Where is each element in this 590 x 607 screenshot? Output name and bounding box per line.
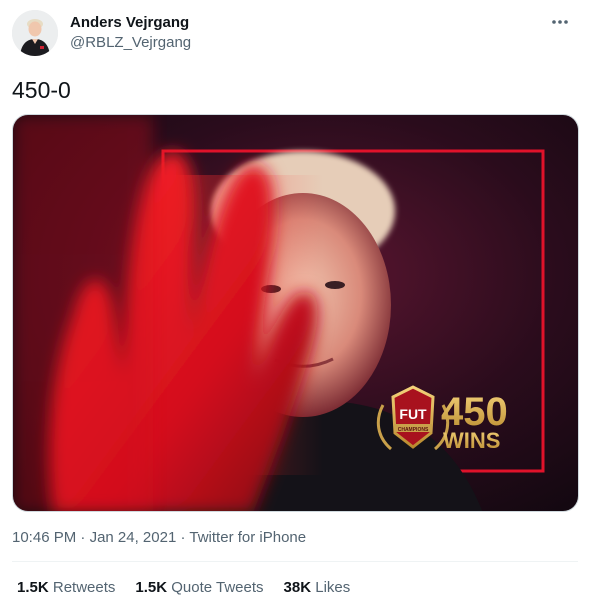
avatar[interactable]: [12, 10, 58, 56]
more-options-button[interactable]: [548, 10, 572, 34]
more-horizontal-icon: [552, 20, 568, 24]
quote-tweets-label: Quote Tweets: [171, 579, 264, 596]
likes-label: Likes: [315, 579, 351, 596]
retweets-count: 1.5K: [17, 579, 49, 596]
tweet-time[interactable]: 10:46 PM: [12, 529, 76, 546]
author-block: Anders Vejrgang @RBLZ_Vejrgang: [70, 14, 191, 53]
quote-tweets-stat[interactable]: 1.5K Quote Tweets: [135, 578, 263, 598]
tweet-text: 450-0: [12, 77, 71, 103]
quote-tweets-count: 1.5K: [135, 579, 168, 596]
badge-ribbon-text: CHAMPIONS: [398, 427, 429, 433]
divider: [12, 561, 578, 562]
engagement-stats: 1.5K Retweets 1.5K Quote Tweets 38K Like…: [17, 578, 350, 598]
user-handle[interactable]: @RBLZ_Vejrgang: [70, 33, 191, 53]
retweets-label: Retweets: [52, 579, 116, 596]
likes-count: 38K: [283, 579, 312, 596]
meta-separator: ·: [80, 529, 86, 546]
likes-stat[interactable]: 38K Likes: [284, 578, 351, 598]
badge-top-text: FUT: [399, 406, 427, 422]
meta-separator: ·: [180, 529, 186, 546]
tweet-source[interactable]: Twitter for iPhone: [189, 529, 306, 546]
retweets-stat[interactable]: 1.5K Retweets: [17, 578, 115, 598]
tweet-meta: 10:46 PM · Jan 24, 2021 · Twitter for iP…: [12, 528, 306, 548]
display-name[interactable]: Anders Vejrgang: [70, 14, 191, 32]
tweet-date[interactable]: Jan 24, 2021: [90, 529, 177, 546]
headline-word: WINS: [443, 428, 500, 453]
tweet-card: Anders Vejrgang @RBLZ_Vejrgang 450-0 FUT…: [0, 0, 590, 607]
tweet-image[interactable]: FUT CHAMPIONS 450 WINS: [12, 114, 579, 512]
